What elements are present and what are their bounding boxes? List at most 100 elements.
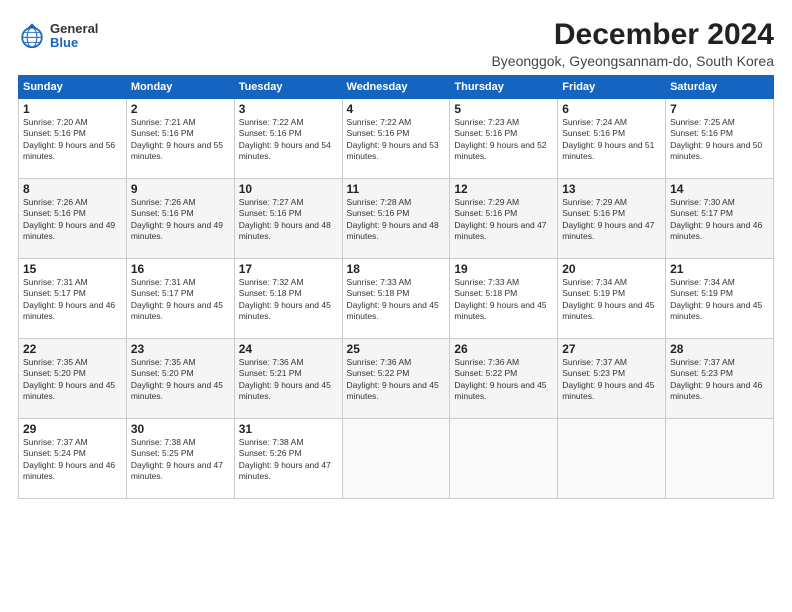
- day-info: Sunrise: 7:36 AMSunset: 5:21 PMDaylight:…: [239, 357, 331, 401]
- day-info: Sunrise: 7:33 AMSunset: 5:18 PMDaylight:…: [347, 277, 439, 321]
- logo: General Blue: [18, 22, 98, 51]
- day-number: 11: [347, 182, 446, 196]
- day-info: Sunrise: 7:38 AMSunset: 5:26 PMDaylight:…: [239, 437, 331, 481]
- day-info: Sunrise: 7:30 AMSunset: 5:17 PMDaylight:…: [670, 197, 762, 241]
- day-info: Sunrise: 7:25 AMSunset: 5:16 PMDaylight:…: [670, 117, 762, 161]
- day-number: 10: [239, 182, 338, 196]
- calendar-cell: 2 Sunrise: 7:21 AMSunset: 5:16 PMDayligh…: [126, 99, 234, 179]
- day-info: Sunrise: 7:32 AMSunset: 5:18 PMDaylight:…: [239, 277, 331, 321]
- calendar-cell: [558, 419, 666, 499]
- calendar-cell: 23 Sunrise: 7:35 AMSunset: 5:20 PMDaylig…: [126, 339, 234, 419]
- calendar-cell: 1 Sunrise: 7:20 AMSunset: 5:16 PMDayligh…: [19, 99, 127, 179]
- calendar-cell: 8 Sunrise: 7:26 AMSunset: 5:16 PMDayligh…: [19, 179, 127, 259]
- calendar-cell: 30 Sunrise: 7:38 AMSunset: 5:25 PMDaylig…: [126, 419, 234, 499]
- calendar-cell: 14 Sunrise: 7:30 AMSunset: 5:17 PMDaylig…: [666, 179, 774, 259]
- day-info: Sunrise: 7:31 AMSunset: 5:17 PMDaylight:…: [131, 277, 223, 321]
- calendar-cell: 9 Sunrise: 7:26 AMSunset: 5:16 PMDayligh…: [126, 179, 234, 259]
- logo-blue-label: Blue: [50, 36, 98, 50]
- day-info: Sunrise: 7:36 AMSunset: 5:22 PMDaylight:…: [454, 357, 546, 401]
- day-info: Sunrise: 7:26 AMSunset: 5:16 PMDaylight:…: [23, 197, 115, 241]
- col-tuesday: Tuesday: [234, 76, 342, 99]
- day-number: 18: [347, 262, 446, 276]
- col-friday: Friday: [558, 76, 666, 99]
- day-info: Sunrise: 7:26 AMSunset: 5:16 PMDaylight:…: [131, 197, 223, 241]
- day-number: 31: [239, 422, 338, 436]
- calendar-table: Sunday Monday Tuesday Wednesday Thursday…: [18, 75, 774, 499]
- col-monday: Monday: [126, 76, 234, 99]
- day-number: 5: [454, 102, 553, 116]
- calendar-cell: [450, 419, 558, 499]
- day-number: 12: [454, 182, 553, 196]
- day-info: Sunrise: 7:22 AMSunset: 5:16 PMDaylight:…: [239, 117, 331, 161]
- day-info: Sunrise: 7:28 AMSunset: 5:16 PMDaylight:…: [347, 197, 439, 241]
- calendar-cell: 28 Sunrise: 7:37 AMSunset: 5:23 PMDaylig…: [666, 339, 774, 419]
- calendar-week-1: 1 Sunrise: 7:20 AMSunset: 5:16 PMDayligh…: [19, 99, 774, 179]
- day-info: Sunrise: 7:29 AMSunset: 5:16 PMDaylight:…: [454, 197, 546, 241]
- day-number: 1: [23, 102, 122, 116]
- day-info: Sunrise: 7:37 AMSunset: 5:23 PMDaylight:…: [562, 357, 654, 401]
- day-number: 9: [131, 182, 230, 196]
- day-info: Sunrise: 7:35 AMSunset: 5:20 PMDaylight:…: [131, 357, 223, 401]
- calendar-cell: 16 Sunrise: 7:31 AMSunset: 5:17 PMDaylig…: [126, 259, 234, 339]
- day-number: 17: [239, 262, 338, 276]
- calendar-cell: 6 Sunrise: 7:24 AMSunset: 5:16 PMDayligh…: [558, 99, 666, 179]
- day-info: Sunrise: 7:37 AMSunset: 5:23 PMDaylight:…: [670, 357, 762, 401]
- calendar-page: General Blue December 2024 Byeonggok, Gy…: [0, 0, 792, 612]
- calendar-cell: 3 Sunrise: 7:22 AMSunset: 5:16 PMDayligh…: [234, 99, 342, 179]
- day-number: 29: [23, 422, 122, 436]
- calendar-cell: 5 Sunrise: 7:23 AMSunset: 5:16 PMDayligh…: [450, 99, 558, 179]
- day-number: 27: [562, 342, 661, 356]
- day-info: Sunrise: 7:21 AMSunset: 5:16 PMDaylight:…: [131, 117, 223, 161]
- calendar-cell: 25 Sunrise: 7:36 AMSunset: 5:22 PMDaylig…: [342, 339, 450, 419]
- calendar-cell: 29 Sunrise: 7:37 AMSunset: 5:24 PMDaylig…: [19, 419, 127, 499]
- calendar-week-3: 15 Sunrise: 7:31 AMSunset: 5:17 PMDaylig…: [19, 259, 774, 339]
- calendar-cell: 12 Sunrise: 7:29 AMSunset: 5:16 PMDaylig…: [450, 179, 558, 259]
- calendar-cell: 10 Sunrise: 7:27 AMSunset: 5:16 PMDaylig…: [234, 179, 342, 259]
- day-number: 26: [454, 342, 553, 356]
- day-info: Sunrise: 7:29 AMSunset: 5:16 PMDaylight:…: [562, 197, 654, 241]
- day-number: 21: [670, 262, 769, 276]
- calendar-cell: 18 Sunrise: 7:33 AMSunset: 5:18 PMDaylig…: [342, 259, 450, 339]
- day-number: 8: [23, 182, 122, 196]
- day-number: 30: [131, 422, 230, 436]
- day-info: Sunrise: 7:34 AMSunset: 5:19 PMDaylight:…: [670, 277, 762, 321]
- day-number: 2: [131, 102, 230, 116]
- calendar-cell: 17 Sunrise: 7:32 AMSunset: 5:18 PMDaylig…: [234, 259, 342, 339]
- day-number: 25: [347, 342, 446, 356]
- day-number: 20: [562, 262, 661, 276]
- calendar-cell: 4 Sunrise: 7:22 AMSunset: 5:16 PMDayligh…: [342, 99, 450, 179]
- col-saturday: Saturday: [666, 76, 774, 99]
- calendar-cell: 22 Sunrise: 7:35 AMSunset: 5:20 PMDaylig…: [19, 339, 127, 419]
- day-number: 3: [239, 102, 338, 116]
- day-info: Sunrise: 7:20 AMSunset: 5:16 PMDaylight:…: [23, 117, 115, 161]
- day-number: 16: [131, 262, 230, 276]
- day-info: Sunrise: 7:35 AMSunset: 5:20 PMDaylight:…: [23, 357, 115, 401]
- calendar-cell: 21 Sunrise: 7:34 AMSunset: 5:19 PMDaylig…: [666, 259, 774, 339]
- calendar-week-5: 29 Sunrise: 7:37 AMSunset: 5:24 PMDaylig…: [19, 419, 774, 499]
- day-number: 13: [562, 182, 661, 196]
- calendar-week-4: 22 Sunrise: 7:35 AMSunset: 5:20 PMDaylig…: [19, 339, 774, 419]
- day-info: Sunrise: 7:34 AMSunset: 5:19 PMDaylight:…: [562, 277, 654, 321]
- day-number: 28: [670, 342, 769, 356]
- day-number: 7: [670, 102, 769, 116]
- day-number: 19: [454, 262, 553, 276]
- calendar-cell: 13 Sunrise: 7:29 AMSunset: 5:16 PMDaylig…: [558, 179, 666, 259]
- logo-icon: [18, 22, 46, 50]
- day-info: Sunrise: 7:24 AMSunset: 5:16 PMDaylight:…: [562, 117, 654, 161]
- day-info: Sunrise: 7:38 AMSunset: 5:25 PMDaylight:…: [131, 437, 223, 481]
- col-sunday: Sunday: [19, 76, 127, 99]
- day-info: Sunrise: 7:37 AMSunset: 5:24 PMDaylight:…: [23, 437, 115, 481]
- logo-text: General Blue: [50, 22, 98, 51]
- header: General Blue December 2024 Byeonggok, Gy…: [18, 18, 774, 69]
- calendar-cell: 27 Sunrise: 7:37 AMSunset: 5:23 PMDaylig…: [558, 339, 666, 419]
- calendar-cell: 15 Sunrise: 7:31 AMSunset: 5:17 PMDaylig…: [19, 259, 127, 339]
- day-number: 23: [131, 342, 230, 356]
- calendar-cell: [342, 419, 450, 499]
- day-number: 22: [23, 342, 122, 356]
- col-thursday: Thursday: [450, 76, 558, 99]
- day-info: Sunrise: 7:31 AMSunset: 5:17 PMDaylight:…: [23, 277, 115, 321]
- header-row: Sunday Monday Tuesday Wednesday Thursday…: [19, 76, 774, 99]
- day-number: 14: [670, 182, 769, 196]
- day-number: 24: [239, 342, 338, 356]
- subtitle: Byeonggok, Gyeongsannam-do, South Korea: [491, 53, 774, 69]
